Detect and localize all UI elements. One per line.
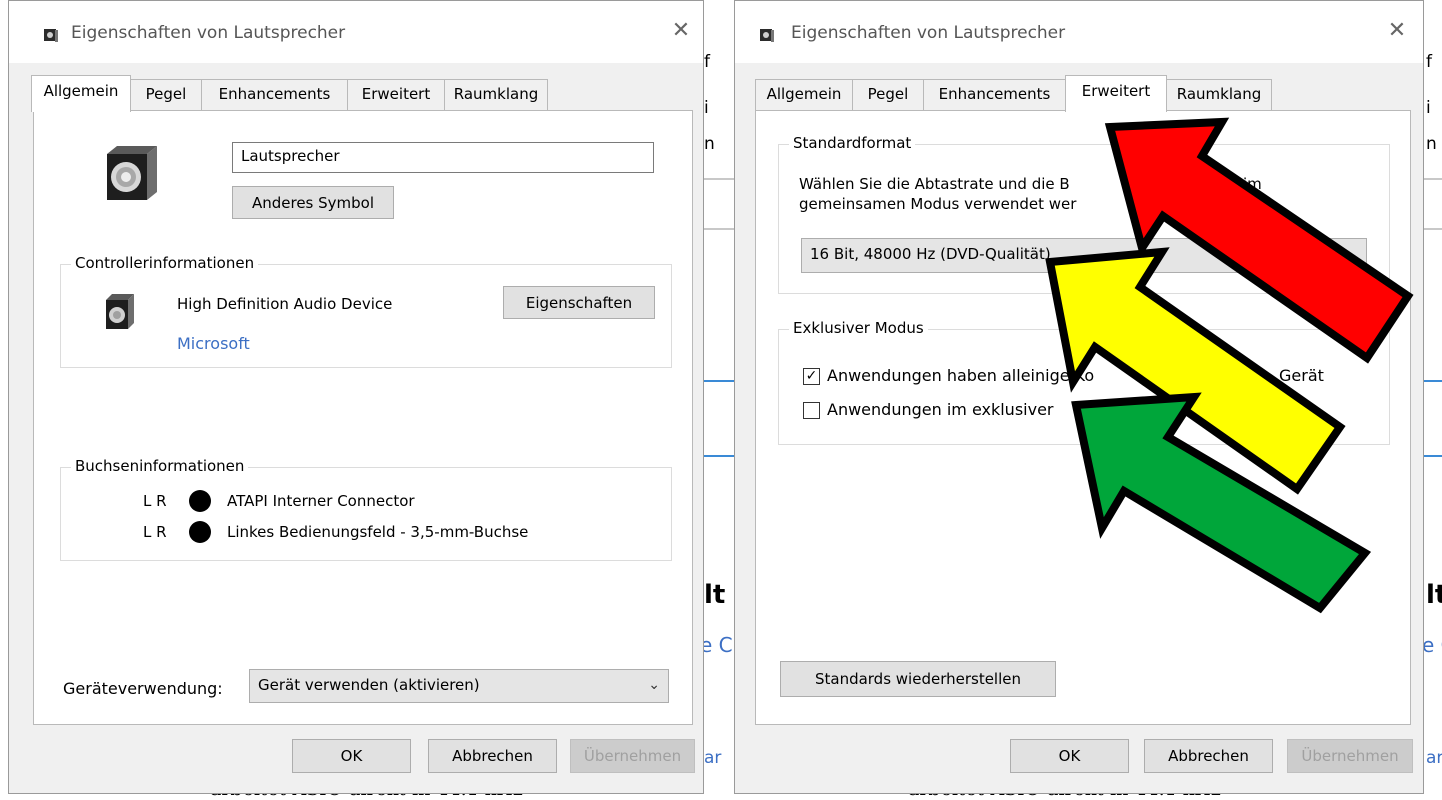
- chevron-down-icon: ⌄: [648, 677, 660, 693]
- exclusive-mode-group: Exklusiver Modus ✓ Anwendungen haben all…: [778, 319, 1390, 445]
- controller-vendor-link[interactable]: Microsoft: [177, 334, 250, 353]
- speaker-icon: [760, 29, 774, 42]
- default-format-group: Standardformat Wählen Sie die Abtastrate…: [778, 134, 1390, 294]
- window-title: Eigenschaften von Lautsprecher: [71, 23, 346, 43]
- background-fragment: ar: [704, 748, 722, 768]
- title-bar[interactable]: Eigenschaften von Lautsprecher ✕: [735, 1, 1423, 63]
- background-fragment: lt: [1426, 580, 1442, 610]
- controller-info-group: Controllerinformationen High Definition …: [60, 254, 672, 368]
- background-fragment: f: [704, 52, 710, 72]
- tab-spatial-sound[interactable]: Raumklang: [1166, 79, 1272, 110]
- speaker-icon: [44, 29, 58, 42]
- tab-enhancements[interactable]: Enhancements: [201, 79, 348, 110]
- tab-advanced[interactable]: Erweitert: [1065, 75, 1167, 112]
- properties-dialog-general: Eigenschaften von Lautsprecher ✕ Allgeme…: [8, 0, 704, 794]
- tab-strip: Allgemein Pegel Enhancements Erweitert R…: [31, 75, 631, 112]
- tab-levels[interactable]: Pegel: [130, 79, 202, 110]
- background-fragment: i: [704, 98, 709, 118]
- default-format-select[interactable]: 16 Bit, 48000 Hz (DVD-Qualität) n: [801, 238, 1367, 273]
- tab-strip: Allgemein Pegel Enhancements Erweitert R…: [755, 75, 1355, 112]
- apply-button[interactable]: Übernehmen: [1287, 739, 1413, 773]
- close-icon[interactable]: ✕: [669, 19, 693, 43]
- tab-spatial-sound[interactable]: Raumklang: [444, 79, 548, 110]
- speaker-device-icon: [107, 146, 157, 200]
- device-usage-select[interactable]: Gerät verwenden (aktivieren) ⌄: [249, 669, 669, 703]
- jack-info-label: Buchseninformationen: [71, 457, 249, 475]
- controller-info-label: Controllerinformationen: [71, 254, 259, 272]
- window-title: Eigenschaften von Lautsprecher: [791, 23, 1066, 43]
- default-format-label: Standardformat: [789, 134, 916, 152]
- device-usage-label: Geräteverwendung:: [63, 679, 223, 698]
- background-fragment: f: [1426, 52, 1432, 72]
- default-format-description: gemeinsamen Modus verwendet wer: [799, 195, 1077, 213]
- test-button-partial[interactable]: n: [1334, 239, 1344, 269]
- tab-general[interactable]: Allgemein: [755, 79, 853, 110]
- change-icon-button[interactable]: Anderes Symbol: [232, 186, 394, 219]
- jack-color-indicator: [189, 521, 211, 543]
- default-format-description: Wählen Sie die Abtastrate und die B: [799, 175, 1070, 193]
- exclusive-priority-checkbox[interactable]: [803, 402, 820, 419]
- jack-channels: L R: [143, 523, 167, 541]
- device-usage-value: Gerät verwenden (aktivieren): [258, 676, 480, 694]
- background-fragment: e C: [700, 633, 733, 657]
- jack-channels: L R: [143, 492, 167, 510]
- cancel-button[interactable]: Abbrechen: [428, 739, 557, 773]
- device-name-input[interactable]: Lautsprecher: [232, 142, 654, 173]
- title-bar[interactable]: Eigenschaften von Lautsprecher ✕: [9, 1, 703, 63]
- background-fragment: lt: [704, 580, 726, 610]
- controller-properties-button[interactable]: Eigenschaften: [503, 286, 655, 319]
- background-fragment: ar: [1426, 748, 1442, 768]
- background-divider: [1422, 228, 1442, 230]
- background-blue-rule: [1422, 455, 1442, 457]
- cancel-button[interactable]: Abbrechen: [1144, 739, 1273, 773]
- background-fragment: i: [1426, 98, 1431, 118]
- restore-defaults-button[interactable]: Standards wiederherstellen: [780, 661, 1056, 697]
- background-divider: [1422, 178, 1442, 180]
- background-blue-rule: [1422, 380, 1442, 382]
- exclusive-mode-label: Exklusiver Modus: [789, 319, 928, 337]
- tab-advanced[interactable]: Erweitert: [347, 79, 445, 110]
- ok-button[interactable]: OK: [1010, 739, 1129, 773]
- controller-name: High Definition Audio Device: [177, 295, 393, 313]
- ok-button[interactable]: OK: [292, 739, 411, 773]
- jack-label: ATAPI Interner Connector: [227, 492, 415, 510]
- apply-button[interactable]: Übernehmen: [570, 739, 695, 773]
- background-fragment: n: [704, 134, 715, 154]
- tab-levels[interactable]: Pegel: [852, 79, 924, 110]
- exclusive-priority-label[interactable]: Anwendungen im exklusiver: [827, 400, 1054, 419]
- background-fragment: n: [1426, 134, 1437, 154]
- background-window-right: f i n lt e C ar: [1422, 0, 1442, 794]
- jack-label: Linkes Bedienungsfeld - 3,5-mm-Buchse: [227, 523, 529, 541]
- jack-color-indicator: [189, 490, 211, 512]
- tab-general[interactable]: Allgemein: [31, 75, 131, 112]
- jack-info-group: Buchseninformationen L R ATAPI Interner …: [60, 457, 672, 561]
- controller-device-icon: [106, 294, 134, 329]
- tab-enhancements[interactable]: Enhancements: [923, 79, 1066, 110]
- default-format-value: 16 Bit, 48000 Hz (DVD-Qualität): [810, 245, 1051, 263]
- exclusive-control-label[interactable]: Anwendungen haben alleinige Ko: [827, 366, 1094, 385]
- properties-dialog-advanced: Eigenschaften von Lautsprecher ✕ Allgeme…: [734, 0, 1424, 794]
- tab-panel-general: Lautsprecher Anderes Symbol Controllerin…: [33, 110, 693, 725]
- exclusive-control-checkbox[interactable]: ✓: [803, 368, 820, 385]
- default-format-description-end: im: [1243, 175, 1262, 193]
- tab-panel-advanced: Standardformat Wählen Sie die Abtastrate…: [755, 110, 1411, 725]
- background-fragment: e C: [1422, 633, 1442, 657]
- exclusive-control-label-end: Gerät: [1279, 366, 1324, 385]
- close-icon[interactable]: ✕: [1385, 19, 1409, 43]
